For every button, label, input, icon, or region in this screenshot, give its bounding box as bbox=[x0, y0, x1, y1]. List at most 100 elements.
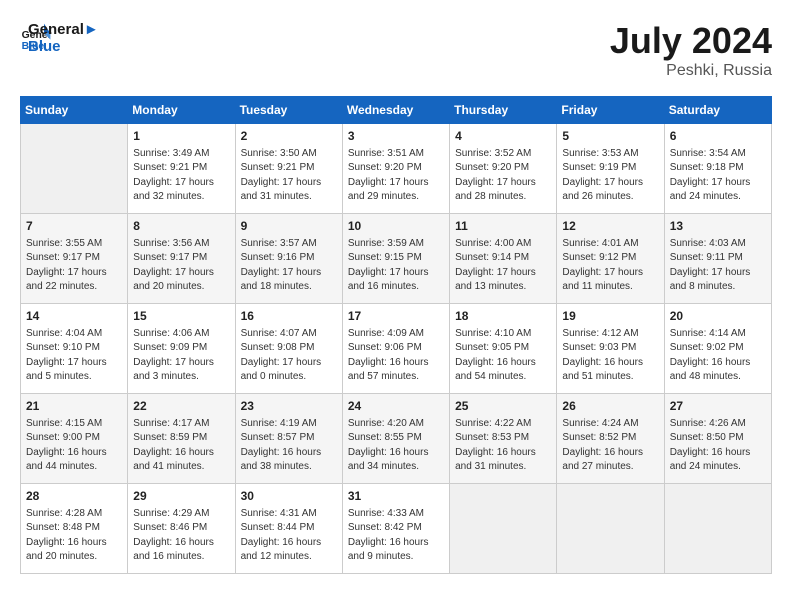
day-detail: Sunrise: 4:24 AM Sunset: 8:52 PM Dayligh… bbox=[562, 417, 658, 475]
calendar-cell: 15 Sunrise: 4:06 AM Sunset: 9:09 PM Dayli… bbox=[128, 304, 235, 394]
calendar-cell: 31 Sunrise: 4:33 AM Sunset: 8:42 PM Dayli… bbox=[342, 484, 449, 574]
day-number: 23 bbox=[241, 398, 337, 415]
day-detail: Sunrise: 4:17 AM Sunset: 8:59 PM Dayligh… bbox=[133, 417, 229, 475]
title-block: July 2024 Peshki, Russia bbox=[610, 20, 772, 80]
day-detail: Sunrise: 4:06 AM Sunset: 9:09 PM Dayligh… bbox=[133, 327, 229, 385]
day-detail: Sunrise: 4:12 AM Sunset: 9:03 PM Dayligh… bbox=[562, 327, 658, 385]
day-number: 9 bbox=[241, 218, 337, 235]
day-number: 17 bbox=[348, 308, 444, 325]
day-number: 24 bbox=[348, 398, 444, 415]
weekday-row: SundayMondayTuesdayWednesdayThursdayFrid… bbox=[21, 97, 772, 124]
calendar-cell: 24 Sunrise: 4:20 AM Sunset: 8:55 PM Dayli… bbox=[342, 394, 449, 484]
day-number: 19 bbox=[562, 308, 658, 325]
day-detail: Sunrise: 3:57 AM Sunset: 9:16 PM Dayligh… bbox=[241, 237, 337, 295]
day-detail: Sunrise: 3:52 AM Sunset: 9:20 PM Dayligh… bbox=[455, 147, 551, 205]
calendar-cell bbox=[21, 124, 128, 214]
calendar-cell: 1 Sunrise: 3:49 AM Sunset: 9:21 PM Daylig… bbox=[128, 124, 235, 214]
day-detail: Sunrise: 3:53 AM Sunset: 9:19 PM Dayligh… bbox=[562, 147, 658, 205]
calendar-cell: 11 Sunrise: 4:00 AM Sunset: 9:14 PM Dayli… bbox=[450, 214, 557, 304]
day-detail: Sunrise: 4:20 AM Sunset: 8:55 PM Dayligh… bbox=[348, 417, 444, 475]
day-detail: Sunrise: 4:10 AM Sunset: 9:05 PM Dayligh… bbox=[455, 327, 551, 385]
week-row-5: 28Sunrise: 4:28 AM Sunset: 8:48 PM Dayli… bbox=[21, 484, 772, 574]
week-row-2: 7 Sunrise: 3:55 AM Sunset: 9:17 PM Daylig… bbox=[21, 214, 772, 304]
calendar-cell: 6 Sunrise: 3:54 AM Sunset: 9:18 PM Daylig… bbox=[664, 124, 771, 214]
day-detail: Sunrise: 3:54 AM Sunset: 9:18 PM Dayligh… bbox=[670, 147, 766, 205]
calendar-body: 1 Sunrise: 3:49 AM Sunset: 9:21 PM Daylig… bbox=[21, 124, 772, 574]
calendar-cell: 2Sunrise: 3:50 AM Sunset: 9:21 PM Daylig… bbox=[235, 124, 342, 214]
calendar-cell: 12Sunrise: 4:01 AM Sunset: 9:12 PM Dayli… bbox=[557, 214, 664, 304]
calendar-cell: 30Sunrise: 4:31 AM Sunset: 8:44 PM Dayli… bbox=[235, 484, 342, 574]
day-detail: Sunrise: 4:19 AM Sunset: 8:57 PM Dayligh… bbox=[241, 417, 337, 475]
day-number: 21 bbox=[26, 398, 122, 415]
calendar-cell: 22Sunrise: 4:17 AM Sunset: 8:59 PM Dayli… bbox=[128, 394, 235, 484]
calendar-header: SundayMondayTuesdayWednesdayThursdayFrid… bbox=[21, 97, 772, 124]
day-detail: Sunrise: 4:14 AM Sunset: 9:02 PM Dayligh… bbox=[670, 327, 766, 385]
day-detail: Sunrise: 3:56 AM Sunset: 9:17 PM Dayligh… bbox=[133, 237, 229, 295]
day-detail: Sunrise: 4:07 AM Sunset: 9:08 PM Dayligh… bbox=[241, 327, 337, 385]
day-number: 11 bbox=[455, 218, 551, 235]
calendar-cell: 7 Sunrise: 3:55 AM Sunset: 9:17 PM Daylig… bbox=[21, 214, 128, 304]
week-row-4: 21 Sunrise: 4:15 AM Sunset: 9:00 PM Dayli… bbox=[21, 394, 772, 484]
day-detail: Sunrise: 4:22 AM Sunset: 8:53 PM Dayligh… bbox=[455, 417, 551, 475]
calendar-cell: 3Sunrise: 3:51 AM Sunset: 9:20 PM Daylig… bbox=[342, 124, 449, 214]
day-detail: Sunrise: 4:29 AM Sunset: 8:46 PM Dayligh… bbox=[133, 507, 229, 565]
day-number: 14 bbox=[26, 308, 122, 325]
day-number: 4 bbox=[455, 128, 551, 145]
day-number: 5 bbox=[562, 128, 658, 145]
day-number: 25 bbox=[455, 398, 551, 415]
weekday-header-tuesday: Tuesday bbox=[235, 97, 342, 124]
page-header: General Blue General► Blue July 2024 Pes… bbox=[20, 20, 772, 80]
calendar-cell: 23 Sunrise: 4:19 AM Sunset: 8:57 PM Dayli… bbox=[235, 394, 342, 484]
calendar-cell: 9 Sunrise: 3:57 AM Sunset: 9:16 PM Daylig… bbox=[235, 214, 342, 304]
day-detail: Sunrise: 4:00 AM Sunset: 9:14 PM Dayligh… bbox=[455, 237, 551, 295]
calendar-cell: 18 Sunrise: 4:10 AM Sunset: 9:05 PM Dayli… bbox=[450, 304, 557, 394]
logo-line1: General► bbox=[28, 22, 99, 39]
day-number: 13 bbox=[670, 218, 766, 235]
day-number: 31 bbox=[348, 488, 444, 505]
calendar-cell: 17 Sunrise: 4:09 AM Sunset: 9:06 PM Dayli… bbox=[342, 304, 449, 394]
day-detail: Sunrise: 4:04 AM Sunset: 9:10 PM Dayligh… bbox=[26, 327, 122, 385]
day-detail: Sunrise: 4:31 AM Sunset: 8:44 PM Dayligh… bbox=[241, 507, 337, 565]
day-number: 26 bbox=[562, 398, 658, 415]
day-detail: Sunrise: 3:55 AM Sunset: 9:17 PM Dayligh… bbox=[26, 237, 122, 295]
calendar-cell: 27Sunrise: 4:26 AM Sunset: 8:50 PM Dayli… bbox=[664, 394, 771, 484]
day-detail: Sunrise: 3:49 AM Sunset: 9:21 PM Dayligh… bbox=[133, 147, 229, 205]
day-number: 6 bbox=[670, 128, 766, 145]
calendar-cell: 20 Sunrise: 4:14 AM Sunset: 9:02 PM Dayli… bbox=[664, 304, 771, 394]
week-row-3: 14 Sunrise: 4:04 AM Sunset: 9:10 PM Dayli… bbox=[21, 304, 772, 394]
logo-line2: Blue bbox=[28, 39, 99, 56]
weekday-header-wednesday: Wednesday bbox=[342, 97, 449, 124]
calendar-cell: 5 Sunrise: 3:53 AM Sunset: 9:19 PM Daylig… bbox=[557, 124, 664, 214]
weekday-header-thursday: Thursday bbox=[450, 97, 557, 124]
month-title: July 2024 bbox=[610, 20, 772, 62]
weekday-header-saturday: Saturday bbox=[664, 97, 771, 124]
calendar-cell: 4 Sunrise: 3:52 AM Sunset: 9:20 PM Daylig… bbox=[450, 124, 557, 214]
day-detail: Sunrise: 4:28 AM Sunset: 8:48 PM Dayligh… bbox=[26, 507, 122, 565]
day-number: 15 bbox=[133, 308, 229, 325]
location-title: Peshki, Russia bbox=[610, 62, 772, 80]
day-detail: Sunrise: 4:26 AM Sunset: 8:50 PM Dayligh… bbox=[670, 417, 766, 475]
day-number: 16 bbox=[241, 308, 337, 325]
day-detail: Sunrise: 4:33 AM Sunset: 8:42 PM Dayligh… bbox=[348, 507, 444, 565]
day-number: 12 bbox=[562, 218, 658, 235]
calendar-cell bbox=[664, 484, 771, 574]
day-detail: Sunrise: 4:15 AM Sunset: 9:00 PM Dayligh… bbox=[26, 417, 122, 475]
day-number: 1 bbox=[133, 128, 229, 145]
weekday-header-monday: Monday bbox=[128, 97, 235, 124]
day-number: 20 bbox=[670, 308, 766, 325]
weekday-header-friday: Friday bbox=[557, 97, 664, 124]
day-number: 7 bbox=[26, 218, 122, 235]
day-detail: Sunrise: 3:59 AM Sunset: 9:15 PM Dayligh… bbox=[348, 237, 444, 295]
week-row-1: 1 Sunrise: 3:49 AM Sunset: 9:21 PM Daylig… bbox=[21, 124, 772, 214]
calendar-cell: 16 Sunrise: 4:07 AM Sunset: 9:08 PM Dayli… bbox=[235, 304, 342, 394]
calendar-cell: 25 Sunrise: 4:22 AM Sunset: 8:53 PM Dayli… bbox=[450, 394, 557, 484]
calendar-cell: 26 Sunrise: 4:24 AM Sunset: 8:52 PM Dayli… bbox=[557, 394, 664, 484]
calendar-table: SundayMondayTuesdayWednesdayThursdayFrid… bbox=[20, 96, 772, 574]
logo: General Blue General► Blue bbox=[20, 20, 99, 55]
day-number: 18 bbox=[455, 308, 551, 325]
calendar-cell: 8Sunrise: 3:56 AM Sunset: 9:17 PM Daylig… bbox=[128, 214, 235, 304]
calendar-cell bbox=[557, 484, 664, 574]
day-detail: Sunrise: 3:51 AM Sunset: 9:20 PM Dayligh… bbox=[348, 147, 444, 205]
day-detail: Sunrise: 4:03 AM Sunset: 9:11 PM Dayligh… bbox=[670, 237, 766, 295]
day-detail: Sunrise: 4:09 AM Sunset: 9:06 PM Dayligh… bbox=[348, 327, 444, 385]
